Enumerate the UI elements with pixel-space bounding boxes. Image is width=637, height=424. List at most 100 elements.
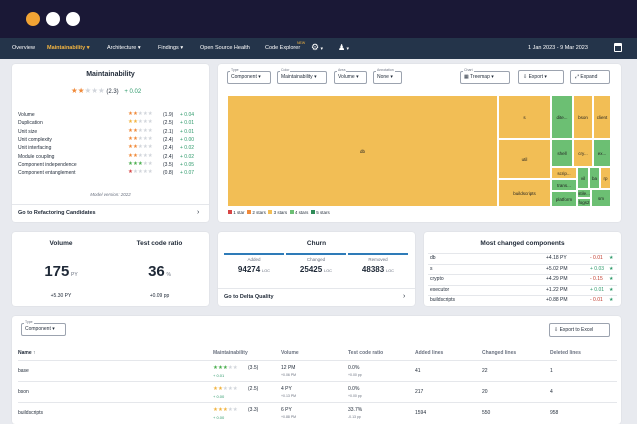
- nav-code-explorer[interactable]: Code Explorer: [265, 45, 300, 51]
- testratio-value-wrap: 36 %: [110, 263, 209, 280]
- legend-5-stars: 5 stars: [316, 210, 330, 215]
- area-select[interactable]: Area Volume ▾: [334, 68, 367, 84]
- chart-select[interactable]: Chart ▦ Treemap ▾: [460, 68, 510, 84]
- testratio-value: 36: [148, 263, 165, 280]
- treemap-cell-trans[interactable]: trans...: [551, 179, 577, 191]
- expand-button[interactable]: ⤢ Expand: [570, 70, 610, 84]
- col-volume-header[interactable]: Volume: [281, 350, 299, 356]
- treemap-cell-cry[interactable]: cry...: [573, 139, 593, 167]
- treemap-cell-platform[interactable]: platform: [551, 191, 577, 207]
- col-deleted-header[interactable]: Deleted lines: [550, 350, 581, 356]
- treemap-legend: 1 star 2 stars 3 stars 4 stars 5 stars: [228, 210, 330, 215]
- row-name[interactable]: base: [18, 368, 29, 374]
- changed-row[interactable]: crypto +4.29 PM - 0.15 ★: [428, 274, 617, 284]
- treemap-cell-rp[interactable]: rp: [600, 167, 611, 189]
- churn-added: Added 94274 LOC: [224, 253, 284, 278]
- treemap-cell-db[interactable]: db: [227, 95, 498, 207]
- changed-row[interactable]: s +5.02 PM + 0.03 ★: [428, 263, 617, 274]
- churn-changed-unit: LOC: [323, 268, 333, 273]
- export-label: Export: [528, 74, 544, 80]
- col-maintainability-header[interactable]: Maintainability: [213, 350, 248, 356]
- settings-gear-icon[interactable]: ⚙ ▾: [311, 42, 323, 53]
- table-row[interactable]: base ★★★★★ (3.5) + 0.01 12 PM +0.06 PM 0.0% +0.…: [18, 360, 617, 381]
- treemap-cell-label: ex...: [597, 150, 607, 156]
- changed-row[interactable]: db +4.18 PY - 0.01 ★: [428, 253, 617, 263]
- treemap-cell-client[interactable]: client: [593, 95, 611, 139]
- col-testratio-header[interactable]: Test code ratio: [348, 350, 383, 356]
- treemap-cell-s[interactable]: s: [498, 95, 551, 139]
- treemap-cell-scrip[interactable]: scrip...: [551, 167, 577, 179]
- churn-removed-unit: LOC: [385, 268, 395, 273]
- treemap-cell-ex[interactable]: ex...: [593, 139, 611, 167]
- treemap-cell-label: db: [359, 148, 365, 154]
- metric-score: (2.4): [163, 153, 174, 160]
- nav-maintainability[interactable]: Maintainability ▾: [47, 45, 90, 51]
- refactoring-link-label: Go to Refactoring Candidates: [18, 210, 96, 216]
- row-stars-icon: ★★★★★: [213, 365, 238, 371]
- export-button[interactable]: ⇩ Export ▾: [518, 70, 564, 84]
- row-maint-delta: + 0.00: [213, 415, 225, 420]
- row-volume: 12 PM: [281, 365, 296, 371]
- color-select-label: Color: [280, 68, 291, 72]
- treemap-cell-buildscripts[interactable]: buildscripts: [498, 179, 551, 207]
- star-icon: ★: [147, 169, 153, 176]
- metric-name: Unit interfacing: [18, 145, 52, 152]
- table-row[interactable]: bson ★★★★★ (2.5) + 0.00 4 PY +0.13 PM 0.0% +0.0…: [18, 381, 617, 402]
- user-icon[interactable]: ♟ ▾: [338, 43, 349, 52]
- treemap-cell-dite[interactable]: dite...: [551, 95, 573, 139]
- treemap-cell-util[interactable]: util: [498, 139, 551, 179]
- treemap-cell-vil[interactable]: vil: [577, 167, 589, 189]
- type-select[interactable]: Type Component ▾: [227, 68, 271, 84]
- metric-stars-icon: ★★★★★: [128, 128, 153, 134]
- table-type-select[interactable]: Type Component ▾: [21, 320, 66, 336]
- changed-volume: +1.22 PM: [546, 286, 568, 293]
- col-added-header[interactable]: Added lines: [415, 350, 443, 356]
- metric-score: (2.1): [163, 128, 174, 135]
- nav-findings[interactable]: Findings ▾: [158, 45, 183, 51]
- changed-row[interactable]: buildscripts +0.88 PM - 0.01 ★: [428, 295, 617, 305]
- date-range[interactable]: 1 Jan 2023 - 9 Mar 2023: [528, 45, 588, 51]
- star-icon: ★: [147, 111, 153, 117]
- nav-open-source-health[interactable]: Open Source Health: [200, 45, 250, 51]
- refactoring-link[interactable]: Go to Refactoring Candidates ›: [12, 204, 209, 222]
- export-excel-button[interactable]: ⇩ Export to Excel: [549, 323, 610, 337]
- changed-row[interactable]: executor +1.22 PM + 0.01 ★: [428, 284, 617, 295]
- treemap-cell-ba[interactable]: ba: [589, 167, 600, 189]
- treemap: db s util buildscripts dite... bson clie…: [227, 95, 611, 207]
- nav-overview[interactable]: Overview: [12, 45, 35, 51]
- metric-name: Duplication: [18, 120, 43, 127]
- table-type-value: Component: [25, 326, 51, 332]
- col-changed-header[interactable]: Changed lines: [482, 350, 516, 356]
- color-select[interactable]: Color Maintainability ▾: [277, 68, 327, 84]
- treemap-cell-shell[interactable]: shell: [551, 139, 573, 167]
- treemap-cell-bson[interactable]: bson: [573, 95, 593, 139]
- window-minimize-dot[interactable]: [46, 12, 60, 26]
- col-name-header[interactable]: Name ↑: [18, 350, 36, 356]
- metric-delta: + 0.00: [180, 136, 195, 143]
- metric-stars-icon: ★★★★★: [128, 136, 153, 142]
- star-icon: ★: [232, 386, 238, 392]
- legend-2-stars: 2 stars: [252, 210, 266, 215]
- metric-name: Component entanglement: [18, 170, 76, 177]
- treemap-cell-fogs2[interactable]: fogs2: [577, 198, 591, 207]
- churn-removed-label: Removed: [368, 257, 388, 262]
- window-maximize-dot[interactable]: [66, 12, 80, 26]
- treemap-cell-sm[interactable]: sm: [591, 189, 611, 207]
- star-icon: ★: [147, 127, 153, 134]
- metric-delta: + 0.02: [180, 153, 195, 160]
- metric-stars-icon: ★★★★★: [128, 153, 153, 159]
- window-close-dot[interactable]: [26, 12, 40, 26]
- annotation-select[interactable]: Annotation None ▾: [373, 68, 402, 84]
- table-row[interactable]: buildscripts ★★★★★ (3.3) + 0.00 6 PY +0.88 PM…: [18, 402, 617, 423]
- chevron-right-icon: ›: [403, 293, 406, 300]
- row-name[interactable]: buildscripts: [18, 410, 43, 416]
- nav-architecture[interactable]: Architecture ▾: [107, 45, 141, 51]
- treemap-cell-stile[interactable]: stile...: [577, 189, 591, 198]
- star-icon: ★: [609, 297, 614, 303]
- row-name[interactable]: bson: [18, 389, 29, 395]
- delta-quality-link[interactable]: Go to Delta Quality ›: [218, 288, 415, 306]
- calendar-icon[interactable]: [614, 43, 622, 52]
- new-badge: NEW: [297, 41, 306, 45]
- maintainability-title: Maintainability: [86, 71, 135, 78]
- legend-4-stars: 4 stars: [294, 210, 309, 215]
